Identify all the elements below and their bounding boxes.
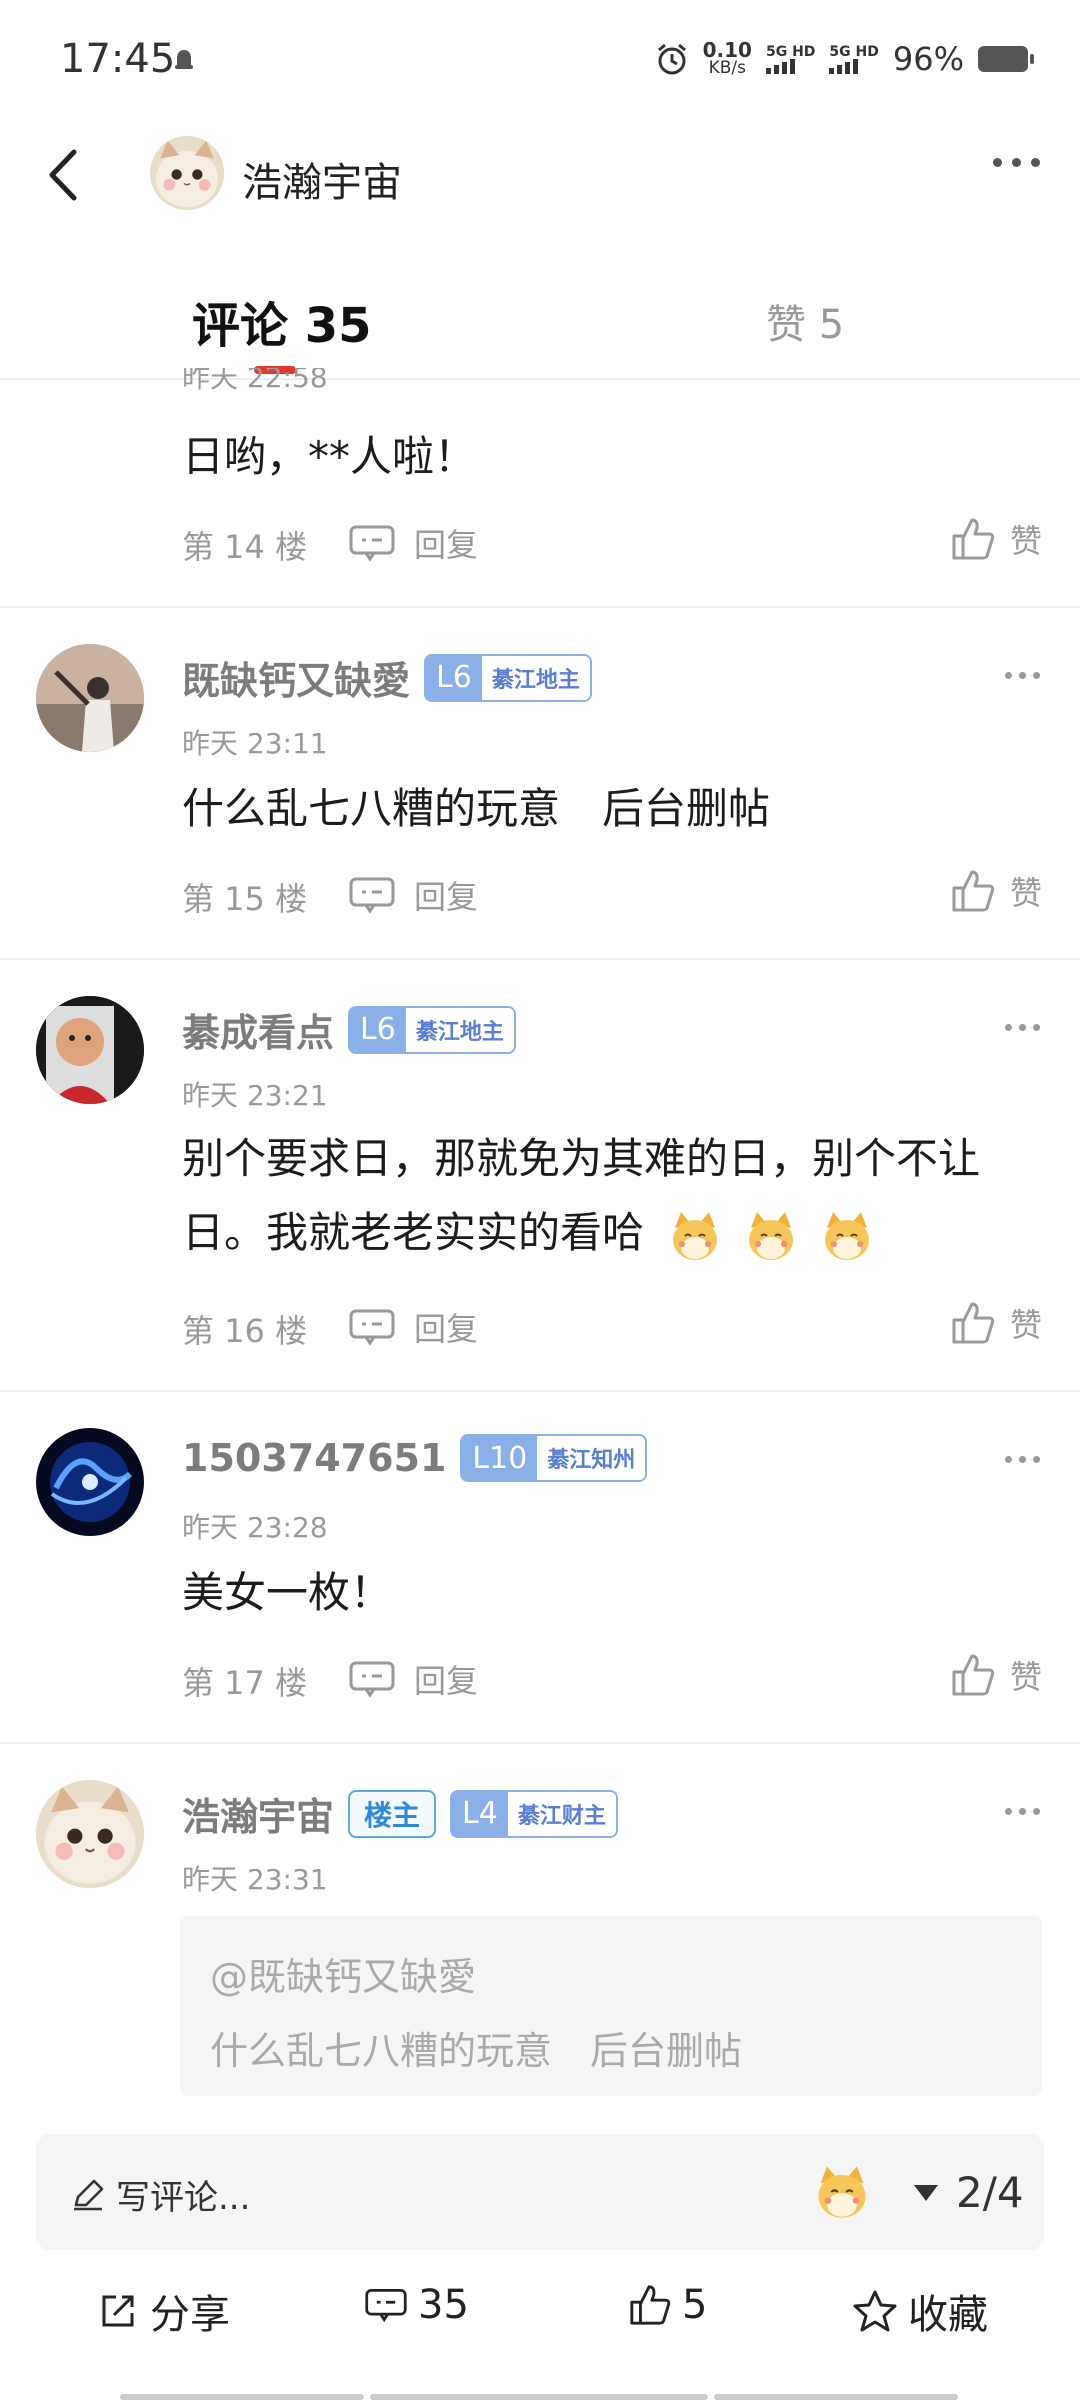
thumbs-up-icon	[630, 2285, 671, 2325]
cat-avatar-icon	[150, 136, 224, 210]
comment-icon	[365, 2288, 407, 2323]
like-post-button[interactable]: 5	[628, 2282, 707, 2328]
home-indicator	[714, 2394, 958, 2400]
divider	[0, 1390, 1080, 1392]
tab-likes[interactable]: 赞 5	[766, 292, 844, 350]
comment-text: 别个要求日，那就免为其难的日，别个不让日。我就老老实实的看哈	[182, 1122, 1042, 1270]
reply-button[interactable]: 回复	[348, 520, 478, 566]
username: 1503747651	[182, 1436, 447, 1480]
page-title: 浩瀚宇宙	[242, 160, 402, 206]
tab-comments[interactable]: 评论 35	[192, 286, 372, 356]
comment-text: 美女一枚！	[182, 1568, 393, 1617]
floor-number: 第 14 楼	[182, 528, 308, 566]
floor-number: 第 17 楼	[182, 1664, 308, 1702]
avatar[interactable]	[36, 644, 144, 752]
comment-more-icon[interactable]	[1005, 1808, 1040, 1815]
comment-time: 昨天 22:58	[182, 368, 328, 394]
reply-button[interactable]: 回复	[348, 1304, 478, 1350]
comment-more-icon[interactable]	[1005, 1024, 1040, 1031]
divider	[0, 378, 1080, 380]
divider	[0, 958, 1080, 960]
reply-button[interactable]: 回复	[348, 872, 478, 918]
comment-text: 日哟，**人啦！	[182, 432, 477, 481]
cat-avatar-icon	[36, 1780, 144, 1888]
level-badge: L6 綦江地主	[348, 1005, 516, 1054]
comment-time: 昨天 23:28	[182, 1511, 328, 1544]
comment-input-placeholder[interactable]: 写评论...	[70, 2170, 250, 2219]
star-icon	[853, 2290, 897, 2332]
page-selector[interactable]: 2/4	[912, 2168, 1024, 2217]
level-badge: L4 綦江财主	[450, 1789, 618, 1838]
battery-icon	[978, 46, 1034, 72]
status-time: 17:45	[60, 36, 176, 82]
floor-number: 第 16 楼	[182, 1312, 308, 1350]
reply-button[interactable]: 回复	[348, 1656, 478, 1702]
reply-icon	[349, 877, 395, 914]
status-indicators: 0.10 KB/s 5G HD 5G HD 96%	[655, 38, 1034, 78]
level-badge: L6 綦江地主	[424, 653, 592, 702]
emoji-button-icon[interactable]	[812, 2162, 872, 2222]
comment-more-icon[interactable]	[1005, 672, 1040, 679]
user-photo-icon	[36, 996, 144, 1104]
like-button[interactable]: 赞	[950, 1652, 1042, 1698]
thumbs-up-icon	[952, 1302, 995, 1344]
favorite-button[interactable]: 收藏	[852, 2282, 988, 2340]
comments-button[interactable]: 35	[364, 2282, 469, 2328]
battery-percent: 96%	[892, 40, 964, 78]
share-button[interactable]: 分享	[96, 2282, 230, 2340]
home-indicator	[120, 2394, 364, 2400]
more-options-icon[interactable]	[993, 158, 1040, 167]
comment-user[interactable]: 1503747651 L10 綦江知州	[182, 1434, 648, 1482]
comment-user[interactable]: 既缺钙又缺愛 L6 綦江地主	[182, 650, 592, 705]
signal-icon	[765, 58, 795, 74]
galaxy-avatar-icon	[36, 1428, 144, 1536]
quoted-text: 什么乱七八糟的玩意 后台删帖	[210, 2029, 743, 2073]
comment-time: 昨天 23:31	[182, 1863, 328, 1896]
sim2-signal: 5G HD	[829, 45, 879, 74]
owner-badge: 楼主	[348, 1789, 437, 1838]
avatar[interactable]	[150, 136, 224, 210]
pencil-icon	[74, 2179, 104, 2210]
avatar[interactable]	[36, 1780, 144, 1888]
divider	[0, 1742, 1080, 1744]
thumbs-up-icon	[952, 1654, 995, 1696]
comment-time: 昨天 23:11	[182, 727, 328, 760]
alarm-icon	[657, 43, 686, 75]
dog-emoji-icon	[743, 1208, 799, 1264]
username: 既缺钙又缺愛	[182, 659, 411, 703]
user-photo-icon	[36, 644, 144, 752]
comment-time: 昨天 23:21	[182, 1079, 328, 1112]
quoted-user: @既缺钙又缺愛	[210, 1955, 477, 1999]
username: 綦成看点	[182, 1011, 335, 1055]
level-badge: L10 綦江知州	[460, 1434, 648, 1482]
dog-emoji-icon	[667, 1208, 723, 1264]
sim1-signal: 5G HD	[765, 45, 815, 74]
net-speed: 0.10 KB/s	[702, 38, 752, 78]
floor-number: 第 15 楼	[182, 880, 308, 918]
thumbs-up-icon	[952, 870, 995, 912]
avatar[interactable]	[36, 1428, 144, 1536]
signal-icon	[829, 58, 859, 74]
divider	[0, 606, 1080, 608]
triangle-down-icon	[914, 2184, 938, 2201]
like-button[interactable]: 赞	[950, 868, 1042, 914]
reply-icon	[349, 1661, 395, 1698]
notification-icon	[175, 50, 193, 69]
comment-user[interactable]: 綦成看点 L6 綦江地主	[182, 1002, 516, 1057]
reply-icon	[349, 1309, 395, 1346]
thumbs-up-icon	[952, 518, 995, 560]
back-arrow-icon[interactable]	[36, 140, 96, 210]
dog-emoji-icon	[819, 1208, 875, 1264]
share-icon	[102, 2295, 134, 2327]
home-indicator	[370, 2394, 708, 2400]
comment-more-icon[interactable]	[1005, 1456, 1040, 1463]
username: 浩瀚宇宙	[182, 1795, 335, 1839]
like-button[interactable]: 赞	[950, 516, 1042, 562]
comment-user[interactable]: 浩瀚宇宙 楼主 L4 綦江财主	[182, 1786, 618, 1841]
like-button[interactable]: 赞	[950, 1300, 1042, 1346]
comment-text: 什么乱七八糟的玩意 后台删帖	[182, 784, 771, 833]
reply-icon	[349, 525, 395, 562]
avatar[interactable]	[36, 996, 144, 1104]
